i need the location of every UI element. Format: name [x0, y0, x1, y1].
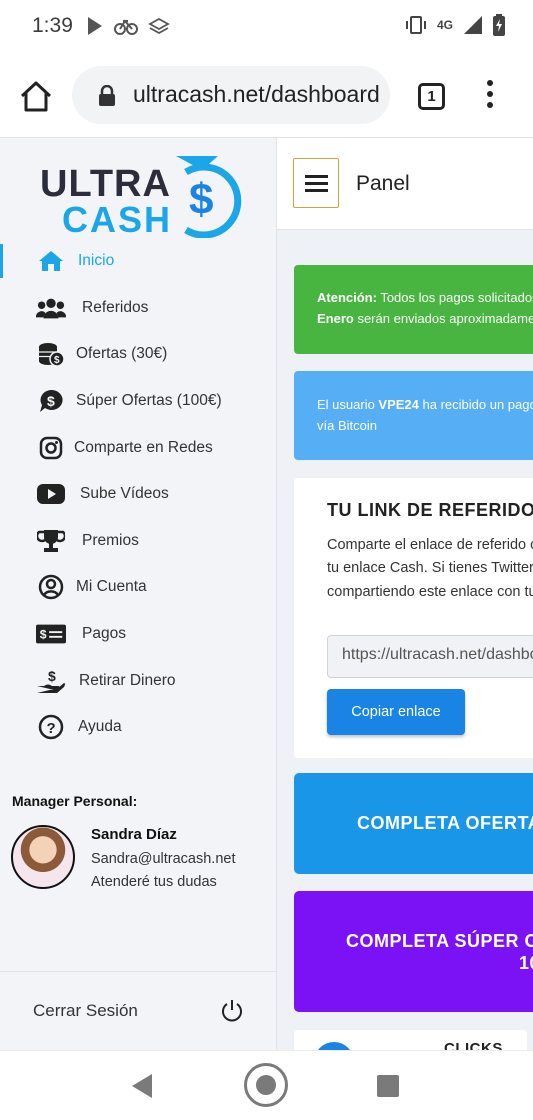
sidebar-item-sube-videos[interactable]: Sube Vídeos [0, 471, 277, 518]
referral-title: TU LINK DE REFERIDO [327, 500, 533, 520]
sidebar-item-label: Premios [82, 531, 139, 549]
svg-text:$: $ [40, 628, 47, 642]
vibrate-icon [405, 16, 426, 34]
play-icon [88, 17, 102, 35]
divider [0, 971, 277, 972]
status-time: 1:39 [32, 14, 73, 37]
dollar-chat-icon: $ [36, 388, 66, 414]
sidebar-item-label: Mi Cuenta [76, 578, 147, 596]
hand-dollar-icon: $ [36, 668, 66, 694]
sidebar-item-ofertas[interactable]: $ Ofertas (30€) [0, 331, 277, 378]
avatar [11, 825, 75, 889]
battery-icon [493, 14, 505, 36]
ultracash-logo[interactable]: ULTRA CASH $ [36, 150, 252, 238]
manager-name: Sandra Díaz [91, 826, 177, 843]
sidebar-item-super-ofertas[interactable]: $ Súper Ofertas (100€) [0, 378, 277, 425]
recent-apps-icon[interactable] [377, 1075, 399, 1097]
instagram-icon [36, 435, 66, 461]
sidebar-item-inicio[interactable]: Inicio [0, 238, 277, 285]
sidebar-item-comparte-redes[interactable]: Comparte en Redes [0, 424, 277, 471]
offer-card-label: COMPLETA SÚPER OFERTAS [346, 931, 533, 951]
tab-switcher-button[interactable]: 1 [418, 83, 445, 110]
address-bar[interactable]: ultracash.net/dashboard [72, 66, 390, 124]
alert-username: VPE24 [378, 397, 419, 412]
clicks-label: CLICKS [444, 1040, 503, 1050]
url-text: ultracash.net/dashboard [133, 81, 380, 107]
hamburger-menu-icon[interactable] [293, 158, 339, 208]
sidebar-item-label: Súper Ofertas (100€) [76, 392, 222, 410]
alert-payments: Atención: Todos los pagos solicitados En… [294, 265, 533, 354]
manager-title: Manager Personal: [12, 793, 138, 809]
referral-description: Comparte el enlace de referido cuando ha… [327, 537, 533, 600]
alert-text: Todos los pagos solicitados [376, 290, 533, 305]
home-icon [36, 248, 66, 274]
manager-email[interactable]: Sandra@ultracash.net [91, 851, 236, 867]
alert-text: ha recibido un pago [418, 397, 533, 412]
offer-card-sublabel: 10 [519, 953, 533, 973]
sidebar-item-referidos[interactable]: Referidos [0, 285, 277, 332]
referral-link-field[interactable]: https://ultracash.net/dashboard [327, 635, 533, 678]
alert-text: serán enviados aproximadamente [357, 311, 533, 326]
sidebar-item-mi-cuenta[interactable]: Mi Cuenta [0, 564, 277, 611]
sidebar-item-label: Referidos [82, 298, 149, 316]
svg-text:$: $ [47, 393, 55, 409]
sidebar-item-label: Ayuda [78, 718, 122, 736]
sidebar-nav: Inicio Referidos $ Ofertas (30€) $ Súper… [0, 238, 277, 751]
clicks-icon [314, 1042, 354, 1050]
layers-icon [148, 17, 170, 35]
alert-text: El usuario [317, 397, 379, 412]
coins-icon: $ [36, 341, 66, 368]
svg-text:$: $ [48, 668, 56, 684]
referral-card: TU LINK DE REFERIDO Comparte el enlace d… [294, 478, 533, 758]
svg-text:$: $ [54, 355, 60, 366]
clicks-card: CLICKS [294, 1030, 527, 1050]
main-topbar: Panel [277, 138, 533, 230]
question-icon: ? [36, 714, 66, 740]
sidebar-item-ayuda[interactable]: ? Ayuda [0, 704, 277, 751]
youtube-icon [36, 481, 66, 507]
sidebar-item-label: Comparte en Redes [74, 438, 213, 456]
copy-link-button[interactable]: Copiar enlace [327, 689, 465, 735]
sidebar-item-retirar-dinero[interactable]: $ Retirar Dinero [0, 657, 277, 704]
sidebar-item-label: Pagos [82, 625, 126, 643]
home-icon[interactable] [18, 78, 54, 114]
svg-text:CASH: CASH [62, 199, 172, 238]
sidebar-item-label: Inicio [78, 252, 115, 270]
sidebar-item-premios[interactable]: Premios [0, 518, 277, 565]
sidebar-item-label: Sube Vídeos [80, 485, 169, 503]
page-title: Panel [356, 172, 410, 195]
status-bar: 1:39 4G [0, 0, 533, 56]
svg-text:$: $ [189, 175, 213, 224]
main-content: Panel Atención: Todos los pagos solicita… [277, 138, 533, 1050]
power-icon[interactable] [220, 999, 244, 1023]
manager-note: Atenderé tus dudas [91, 874, 217, 890]
sidebar-item-label: Ofertas (30€) [76, 345, 168, 363]
logout-button[interactable]: Cerrar Sesión [33, 1001, 138, 1021]
bike-icon [114, 19, 138, 35]
system-navigation-bar [0, 1050, 533, 1120]
svg-text:?: ? [47, 720, 56, 737]
network-type: 4G [436, 18, 453, 32]
complete-super-offers-card[interactable]: COMPLETA SÚPER OFERTAS 10 [294, 891, 533, 1012]
back-icon[interactable] [130, 1073, 154, 1099]
signal-icon [464, 16, 482, 34]
alert-recent-payment: El usuario VPE24 ha recibido un pago vía… [294, 371, 533, 460]
alert-bold: Atención: [317, 290, 377, 305]
browser-menu-icon[interactable] [484, 80, 496, 114]
browser-toolbar: ultracash.net/dashboard 1 [0, 56, 533, 138]
offer-card-label: COMPLETA OFERTAS [357, 813, 533, 833]
home-button-icon[interactable] [244, 1063, 288, 1107]
sidebar-item-pagos[interactable]: $ Pagos [0, 611, 277, 658]
users-icon [36, 295, 66, 321]
sidebar-item-label: Retirar Dinero [79, 671, 176, 689]
alert-bold: Enero [317, 311, 354, 326]
lock-icon [99, 85, 115, 106]
alert-text: vía Bitcoin [317, 418, 377, 433]
user-circle-icon [36, 574, 66, 600]
money-bill-icon: $ [36, 621, 66, 647]
sidebar: ULTRA CASH $ Inicio Referidos $ Ofertas … [0, 138, 277, 1050]
trophy-icon [36, 528, 66, 554]
complete-offers-card[interactable]: COMPLETA OFERTAS [294, 773, 533, 874]
